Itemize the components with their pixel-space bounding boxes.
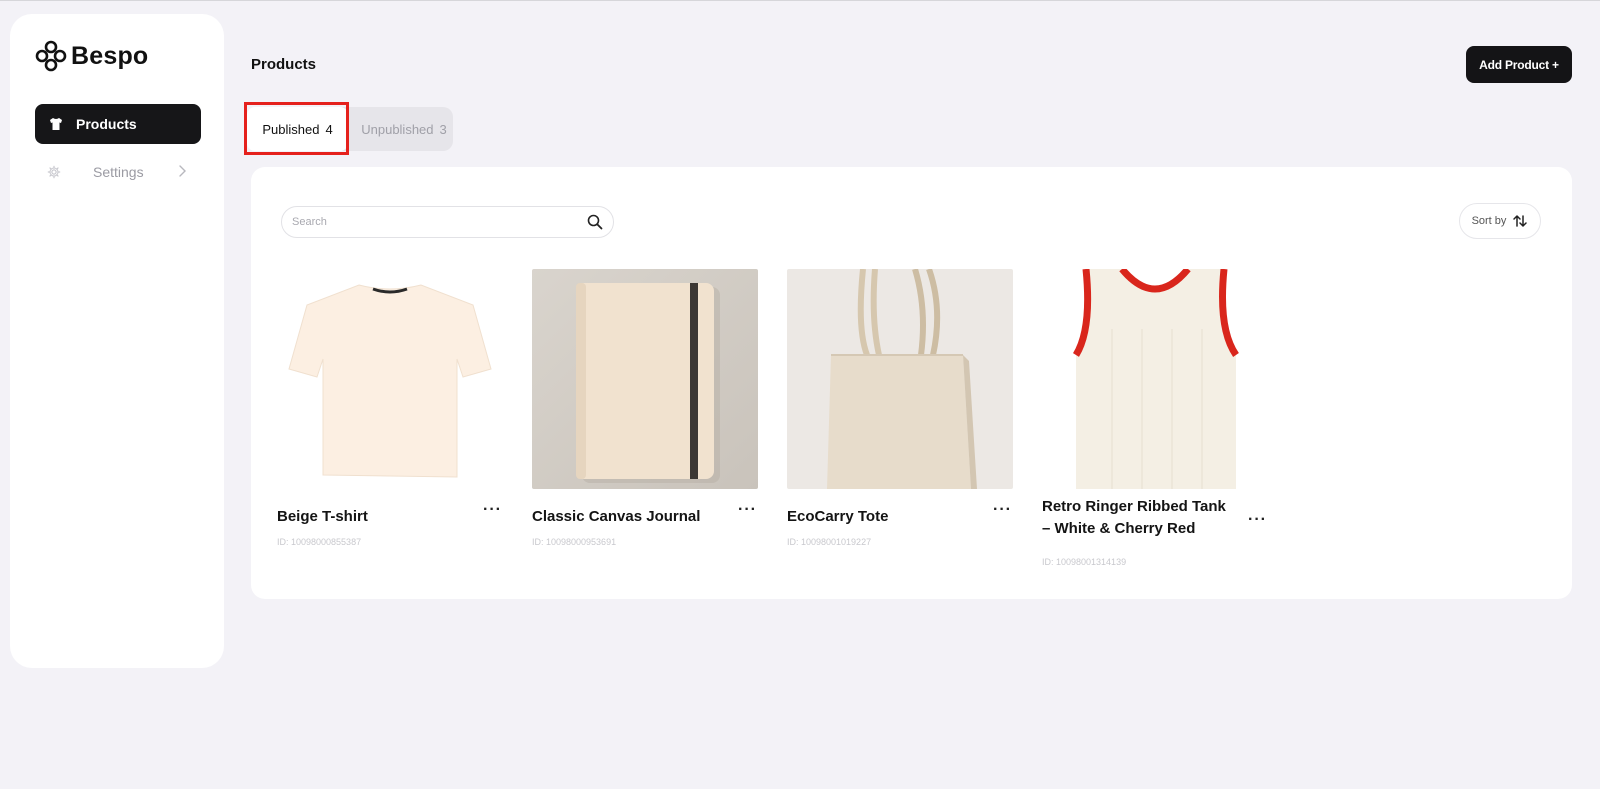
product-id: ID: 10098000855387 xyxy=(277,537,362,547)
product-name[interactable]: Beige T-shirt xyxy=(277,506,467,528)
sidebar-item-label: Settings xyxy=(93,164,144,180)
page-title: Products xyxy=(251,56,317,73)
add-product-button[interactable]: Add Product + xyxy=(1466,46,1572,83)
product-name[interactable]: Retro Ringer Ribbed Tank – White & Cherr… xyxy=(1042,496,1232,540)
product-image-tshirt[interactable] xyxy=(277,269,503,489)
product-card[interactable]: Beige T-shirt ··· ID: 10098000855387 xyxy=(277,269,503,547)
sort-button[interactable]: Sort by xyxy=(1459,203,1541,239)
product-id: ID: 10098000953691 xyxy=(532,537,617,547)
sidebar-item-settings[interactable]: Settings xyxy=(35,152,201,192)
product-image-tank[interactable] xyxy=(1042,266,1268,489)
gear-icon xyxy=(47,165,61,179)
sidebar: Bespo Products Settings xyxy=(10,14,224,668)
tshirt-icon xyxy=(50,118,62,130)
product-name[interactable]: EcoCarry Tote xyxy=(787,506,977,528)
bespo-logo-icon xyxy=(35,40,67,72)
sort-label: Sort by xyxy=(1471,215,1507,227)
product-id: ID: 10098001019227 xyxy=(787,537,872,547)
product-card[interactable]: EcoCarry Tote ··· ID: 10098001019227 xyxy=(787,268,1013,547)
product-card[interactable]: Retro Ringer Ribbed Tank – White & Cherr… xyxy=(1042,266,1268,567)
tab-label: Published xyxy=(262,121,320,137)
window-top-border xyxy=(0,0,1600,1)
more-options-icon[interactable]: ··· xyxy=(993,501,1012,519)
status-tabs: Published 4 Unpublished 3 xyxy=(247,107,453,151)
product-card[interactable]: Classic Canvas Journal ··· ID: 100980009… xyxy=(532,269,758,547)
product-image-journal[interactable] xyxy=(532,269,758,489)
tab-unpublished[interactable]: Unpublished 3 xyxy=(355,107,453,151)
search-input[interactable] xyxy=(292,216,587,228)
tab-count: 4 xyxy=(325,121,333,137)
tab-label: Unpublished xyxy=(361,121,434,137)
tab-published[interactable]: Published 4 xyxy=(247,107,348,151)
more-options-icon[interactable]: ··· xyxy=(738,501,757,519)
more-options-icon[interactable]: ··· xyxy=(483,501,502,519)
products-panel: Sort by Beige T-shirt ··· ID: 1009800085… xyxy=(251,167,1572,599)
sort-arrows-icon xyxy=(1513,215,1528,227)
sidebar-item-products[interactable]: Products xyxy=(35,104,201,144)
brand-logo[interactable]: Bespo xyxy=(35,40,148,72)
more-options-icon[interactable]: ··· xyxy=(1248,511,1267,529)
product-image-tote[interactable] xyxy=(787,268,1013,489)
search-bar[interactable] xyxy=(281,206,614,238)
search-icon[interactable] xyxy=(587,214,603,230)
chevron-right-icon xyxy=(179,165,186,177)
sidebar-item-label: Products xyxy=(76,116,137,132)
brand-name: Bespo xyxy=(71,41,149,70)
product-id: ID: 10098001314139 xyxy=(1042,557,1127,567)
product-name[interactable]: Classic Canvas Journal xyxy=(532,506,722,528)
tab-count: 3 xyxy=(439,121,447,137)
